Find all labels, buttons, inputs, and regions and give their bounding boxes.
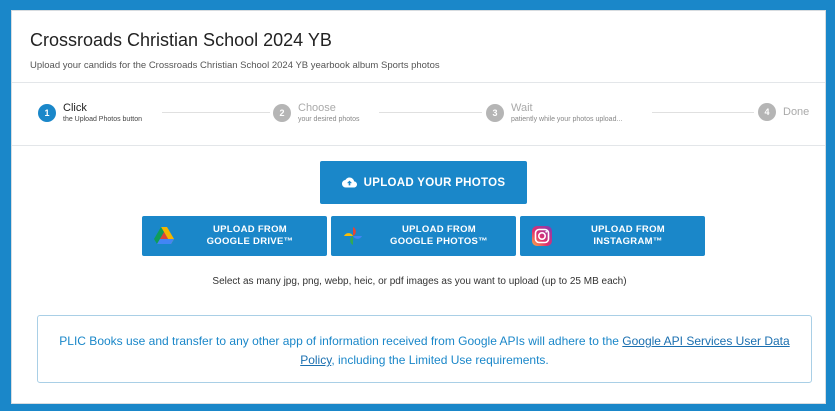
source-label-line2: GOOGLE PHOTOS™ <box>390 236 488 247</box>
instagram-icon <box>531 225 553 247</box>
step-label: Done <box>783 105 810 118</box>
page-title: Crossroads Christian School 2024 YB <box>30 30 332 50</box>
upload-card: Crossroads Christian School 2024 YB Uplo… <box>11 10 826 404</box>
step-connector <box>162 112 270 113</box>
upload-photos-button[interactable]: UPLOAD YOUR PHOTOS <box>320 161 527 204</box>
step-click: 1 Click the Upload Photos button <box>38 103 142 123</box>
source-label-line2: INSTAGRAM™ <box>593 236 663 247</box>
page-subtitle: Upload your candids for the Crossroads C… <box>30 60 440 71</box>
source-label-line1: UPLOAD FROM <box>212 224 288 235</box>
step-description: your desired photos <box>298 116 360 123</box>
step-connector <box>379 112 482 113</box>
policy-text: PLIC Books use and transfer to any other… <box>59 334 623 348</box>
step-choose: 2 Choose your desired photos <box>273 103 359 123</box>
step-description: patiently while your photos upload... <box>511 116 623 123</box>
policy-text-end: , including the Limited Use requirements… <box>331 353 549 367</box>
google-drive-icon <box>153 225 175 247</box>
upload-google-photos-button[interactable]: UPLOAD FROM GOOGLE PHOTOS™ <box>331 216 516 256</box>
step-done: 4 Done <box>758 103 809 121</box>
step-label: Wait <box>511 102 533 114</box>
google-photos-icon <box>342 225 364 247</box>
source-label-line1: UPLOAD FROM <box>401 224 477 235</box>
step-number: 3 <box>486 104 504 122</box>
step-number: 1 <box>38 104 56 122</box>
upload-instagram-button[interactable]: UPLOAD FROM INSTAGRAM™ <box>520 216 705 256</box>
cloud-upload-icon <box>341 177 357 188</box>
google-api-policy-notice: PLIC Books use and transfer to any other… <box>37 315 812 383</box>
step-wait: 3 Wait patiently while your photos uploa… <box>486 103 622 123</box>
progress-steps: 1 Click the Upload Photos button 2 Choos… <box>12 83 825 146</box>
upload-photos-label: UPLOAD YOUR PHOTOS <box>363 176 506 189</box>
source-label-line1: UPLOAD FROM <box>590 224 666 235</box>
page-header: Crossroads Christian School 2024 YB Uplo… <box>12 11 825 83</box>
upload-google-drive-button[interactable]: UPLOAD FROM GOOGLE DRIVE™ <box>142 216 327 256</box>
step-description: the Upload Photos button <box>63 116 143 123</box>
upload-instructions: Select as many jpg, png, webp, heic, or … <box>212 276 627 287</box>
step-connector <box>652 112 754 113</box>
step-number: 4 <box>758 103 776 121</box>
step-number: 2 <box>273 104 291 122</box>
step-label: Choose <box>298 102 336 114</box>
source-label-line2: GOOGLE DRIVE™ <box>206 236 294 247</box>
step-label: Click <box>63 102 87 114</box>
